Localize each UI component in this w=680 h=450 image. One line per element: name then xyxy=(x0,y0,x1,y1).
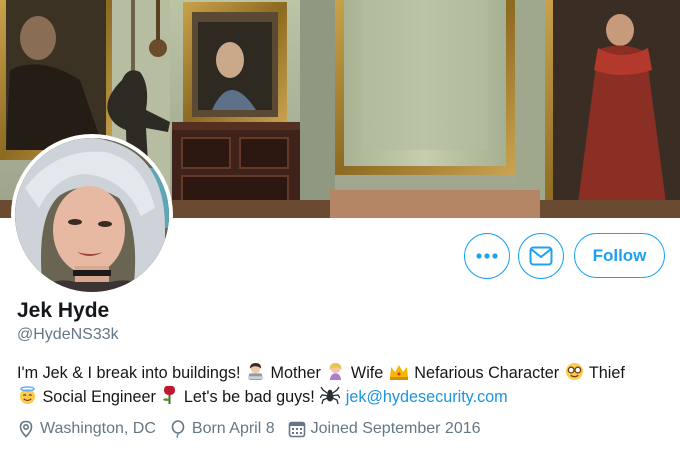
bio-text: Mother xyxy=(270,364,321,382)
calendar-icon xyxy=(288,421,305,438)
bio-text: Let's be bad guys! xyxy=(183,388,315,406)
avatar-image xyxy=(15,138,169,292)
bio-text: I'm Jek & I break into buildings! xyxy=(17,364,241,382)
display-name: Jek Hyde xyxy=(17,299,110,322)
more-options-button[interactable] xyxy=(464,233,510,279)
joined-text: Joined September 2016 xyxy=(310,420,481,437)
birthday-text: Born April 8 xyxy=(191,420,275,437)
technologist-emoji-icon xyxy=(247,362,264,381)
more-icon xyxy=(476,253,498,259)
nerd-face-icon xyxy=(565,362,583,381)
bio-text: Wife xyxy=(350,364,384,382)
spider-icon xyxy=(320,386,341,405)
woman-emoji-icon xyxy=(330,362,342,381)
bio-text: Social Engineer xyxy=(42,388,156,406)
bio: I'm Jek & I break into buildings! Mother… xyxy=(17,362,667,409)
profile-meta: Washington, DC Born April 8 Joined Septe… xyxy=(17,420,494,438)
location-item: Washington, DC xyxy=(17,420,156,438)
follow-button[interactable]: Follow xyxy=(574,233,665,278)
balloon-icon xyxy=(171,420,185,438)
smiling-halo-icon xyxy=(19,386,36,405)
handle: @HydeNS33k xyxy=(17,326,119,343)
message-button[interactable] xyxy=(518,233,564,279)
location-pin-icon xyxy=(19,420,33,438)
avatar[interactable] xyxy=(11,134,173,296)
birthday-item: Born April 8 xyxy=(169,420,275,438)
bio-text: Thief xyxy=(588,364,625,382)
location-text: Washington, DC xyxy=(40,420,156,437)
bio-text: Nefarious Character xyxy=(414,364,560,382)
crown-icon xyxy=(389,365,408,380)
envelope-icon xyxy=(529,246,553,266)
bio-email-link[interactable]: jek@hydesecurity.com xyxy=(346,388,508,406)
joined-item: Joined September 2016 xyxy=(288,420,481,438)
rose-icon xyxy=(163,385,176,404)
